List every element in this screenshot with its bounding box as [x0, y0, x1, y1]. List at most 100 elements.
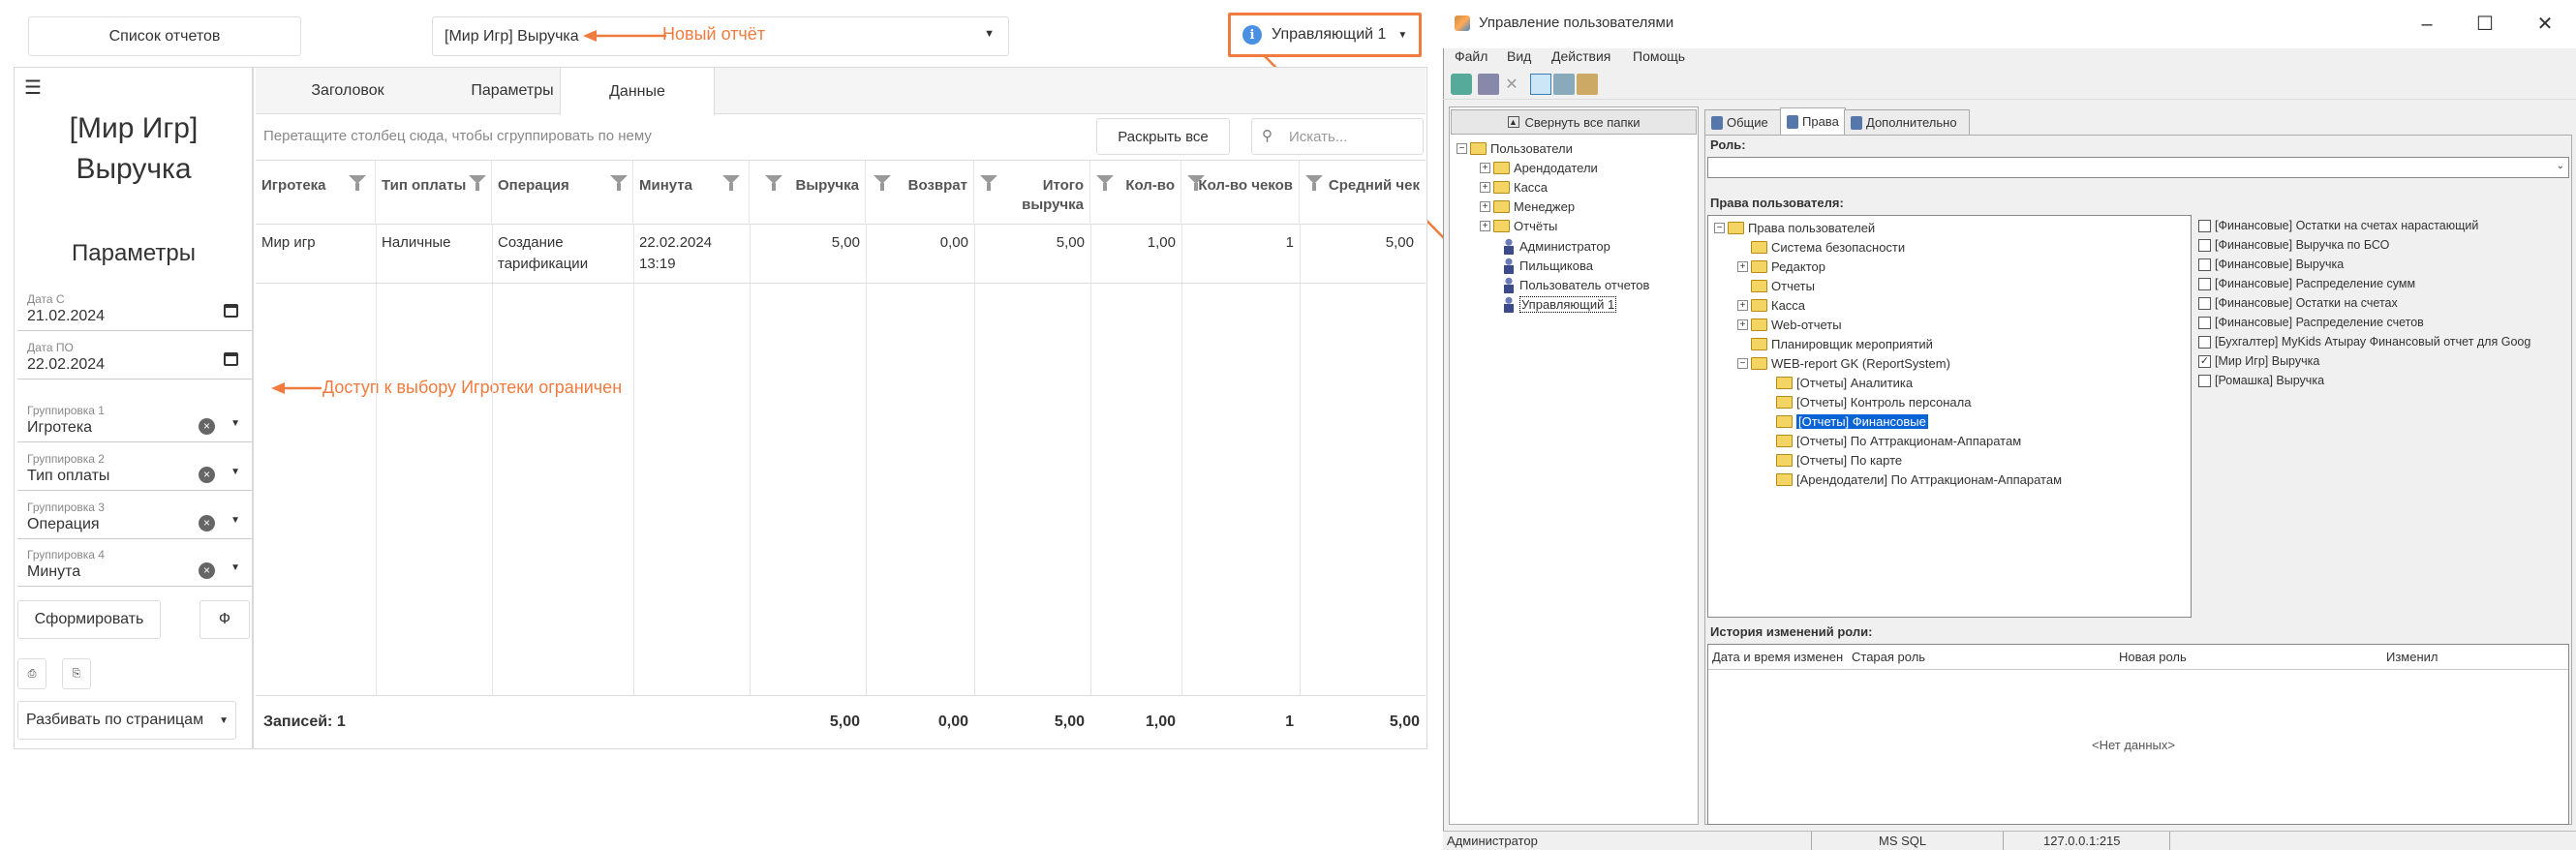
search-input[interactable]: ⚲ Искать... [1251, 118, 1424, 155]
tab-additional[interactable]: Дополнительно [1844, 109, 1970, 135]
right-checkbox[interactable]: [Ромашка] Выручка [2198, 374, 2324, 387]
clear-icon[interactable]: × [199, 515, 215, 531]
filter-icon[interactable] [874, 175, 891, 191]
tab-header[interactable]: Заголовок [256, 68, 440, 114]
column-header[interactable]: Выручка [750, 161, 866, 225]
collapse-all-button[interactable]: ▲ Свернуть все папки [1451, 109, 1697, 135]
delete-icon[interactable]: ✕ [1501, 74, 1522, 95]
rights-tree-item[interactable]: Система безопасности [1751, 240, 1905, 255]
right-checkbox[interactable]: [Финансовые] Распределение счетов [2198, 316, 2424, 329]
users-icon[interactable] [1530, 74, 1551, 95]
calendar-icon[interactable] [224, 304, 238, 318]
tree-root-users[interactable]: − Пользователи [1457, 141, 1573, 156]
menu-toggle-icon[interactable]: ☰ [14, 68, 52, 106]
role-select[interactable]: ⌄ [1707, 157, 2569, 178]
chevron-down-icon[interactable]: ▼ [230, 562, 240, 573]
tree-user[interactable]: Администратор [1503, 238, 1610, 255]
column-header[interactable]: Возврат [866, 161, 974, 225]
clear-icon[interactable]: × [199, 562, 215, 579]
tree-folder[interactable]: + Отчёты [1480, 219, 1557, 233]
filter-icon[interactable] [469, 175, 486, 191]
right-checkbox[interactable]: [Финансовые] Выручка по БСО [2198, 238, 2389, 252]
tree-user[interactable]: Пильщикова [1503, 258, 1593, 274]
menu-file[interactable]: Файл [1455, 48, 1487, 64]
clear-icon[interactable]: × [199, 418, 215, 435]
edit-user-icon[interactable] [1553, 74, 1575, 95]
history-column-header[interactable]: Изменил [2386, 650, 2438, 664]
right-checkbox[interactable]: [Финансовые] Распределение сумм [2198, 277, 2415, 290]
history-column-header[interactable]: Старая роль [1852, 650, 1925, 664]
history-column-header[interactable]: Дата и время изменен [1712, 650, 1843, 664]
group-hint[interactable]: Перетащите столбец сюда, чтобы сгруппиро… [263, 128, 652, 144]
tree-folder[interactable]: + Менеджер [1480, 199, 1575, 214]
column-header[interactable]: Итого выручка [974, 161, 1090, 225]
right-checkbox[interactable]: [Финансовые] Выручка [2198, 258, 2344, 271]
date-from-field[interactable]: Дата С 21.02.2024 [17, 290, 252, 331]
close-icon[interactable]: ✕ [2526, 10, 2564, 39]
right-checkbox[interactable]: [Бухгалтер] MyKids Атырау Финансовый отч… [2198, 335, 2530, 349]
grouping-3-select[interactable]: Группировка 3 Операция × ▼ [17, 499, 252, 539]
column-header[interactable]: Тип оплаты [376, 161, 492, 225]
column-header[interactable]: Кол-во чеков [1181, 161, 1300, 225]
chevron-down-icon[interactable]: ▼ [230, 515, 240, 526]
rights-tree-item[interactable]: Отчеты [1751, 279, 1815, 293]
menu-actions[interactable]: Действия [1551, 48, 1610, 64]
column-header[interactable]: Игротека [256, 161, 376, 225]
column-header[interactable]: Средний чек [1300, 161, 1426, 225]
grouping-1-select[interactable]: Группировка 1 Игротека × ▼ [17, 402, 252, 442]
column-header[interactable]: Кол-во [1090, 161, 1181, 225]
rights-tree-item[interactable]: − WEB-report GK (ReportSystem) [1737, 356, 1950, 371]
generate-button[interactable]: Сформировать [17, 600, 161, 639]
export-pdf-icon[interactable]: ⎘ [62, 658, 91, 689]
tab-data[interactable]: Данные [560, 68, 715, 115]
rights-tree-item[interactable]: + Web-отчеты [1737, 318, 1842, 332]
rights-tree-root[interactable]: − Права пользователей [1714, 221, 1875, 235]
menu-view[interactable]: Вид [1507, 48, 1531, 64]
rights-tree-subitem-selected[interactable]: [Отчеты] Финансовые [1776, 414, 1928, 429]
chevron-down-icon[interactable]: ▼ [230, 418, 240, 429]
right-checkbox-checked[interactable]: ✓ [Мир Игр] Выручка [2198, 354, 2319, 368]
minimize-icon[interactable]: – [2407, 10, 2446, 39]
rights-tree-item[interactable]: + Редактор [1737, 259, 1825, 274]
f-button[interactable]: Ф [199, 600, 250, 639]
tree-user-selected[interactable]: Управляющий 1 [1503, 296, 1617, 313]
filter-icon[interactable] [1187, 175, 1205, 191]
filter-icon[interactable] [1305, 175, 1323, 191]
paging-select[interactable]: Разбивать по страницам ▼ [17, 701, 236, 740]
tab-general[interactable]: Общие [1704, 109, 1782, 135]
column-header[interactable]: Операция [492, 161, 633, 225]
rights-tree-subitem[interactable]: [Отчеты] Контроль персонала [1776, 395, 1971, 410]
filter-icon[interactable] [765, 175, 782, 191]
maximize-icon[interactable]: ☐ [2466, 10, 2504, 39]
date-to-field[interactable]: Дата ПО 22.02.2024 [17, 339, 252, 379]
column-header[interactable]: Минута [633, 161, 750, 225]
rights-tree-subitem[interactable]: [Отчеты] По Аттракционам-Аппаратам [1776, 434, 2021, 448]
tree-folder[interactable]: + Касса [1480, 180, 1548, 195]
rights-tree-subitem[interactable]: [Арендодатели] По Аттракционам-Аппаратам [1776, 472, 2062, 487]
rights-tree-item[interactable]: Планировщик мероприятий [1751, 337, 1933, 351]
filter-icon[interactable] [722, 175, 740, 191]
save-icon[interactable] [1478, 74, 1499, 95]
reports-list-button[interactable]: Список отчетов [28, 16, 301, 56]
tree-user[interactable]: Пользователь отчетов [1503, 277, 1649, 293]
user-settings-icon[interactable] [1577, 74, 1598, 95]
filter-icon[interactable] [349, 175, 366, 191]
filter-icon[interactable] [980, 175, 997, 191]
tab-rights[interactable]: Права [1780, 107, 1846, 135]
grouping-2-select[interactable]: Группировка 2 Тип оплаты × ▼ [17, 450, 252, 491]
refresh-icon[interactable] [1451, 74, 1472, 95]
right-checkbox[interactable]: [Финансовые] Остатки на счетах [2198, 296, 2398, 310]
rights-tree-subitem[interactable]: [Отчеты] Аналитика [1776, 376, 1913, 390]
rights-tree-subitem[interactable]: [Отчеты] По карте [1776, 453, 1902, 468]
grouping-4-select[interactable]: Группировка 4 Минута × ▼ [17, 546, 252, 587]
filter-icon[interactable] [610, 175, 628, 191]
user-menu[interactable]: i Управляющий 1 ▼ [1228, 13, 1422, 57]
filter-icon[interactable] [1096, 175, 1114, 191]
clear-icon[interactable]: × [199, 467, 215, 483]
export-xls-icon[interactable]: ⎙ [17, 658, 46, 689]
tree-folder[interactable]: + Арендодатели [1480, 161, 1598, 175]
calendar-icon[interactable] [224, 352, 238, 366]
expand-all-button[interactable]: Раскрыть все [1096, 118, 1230, 155]
menu-help[interactable]: Помощь [1633, 48, 1685, 64]
history-column-header[interactable]: Новая роль [2119, 650, 2187, 664]
